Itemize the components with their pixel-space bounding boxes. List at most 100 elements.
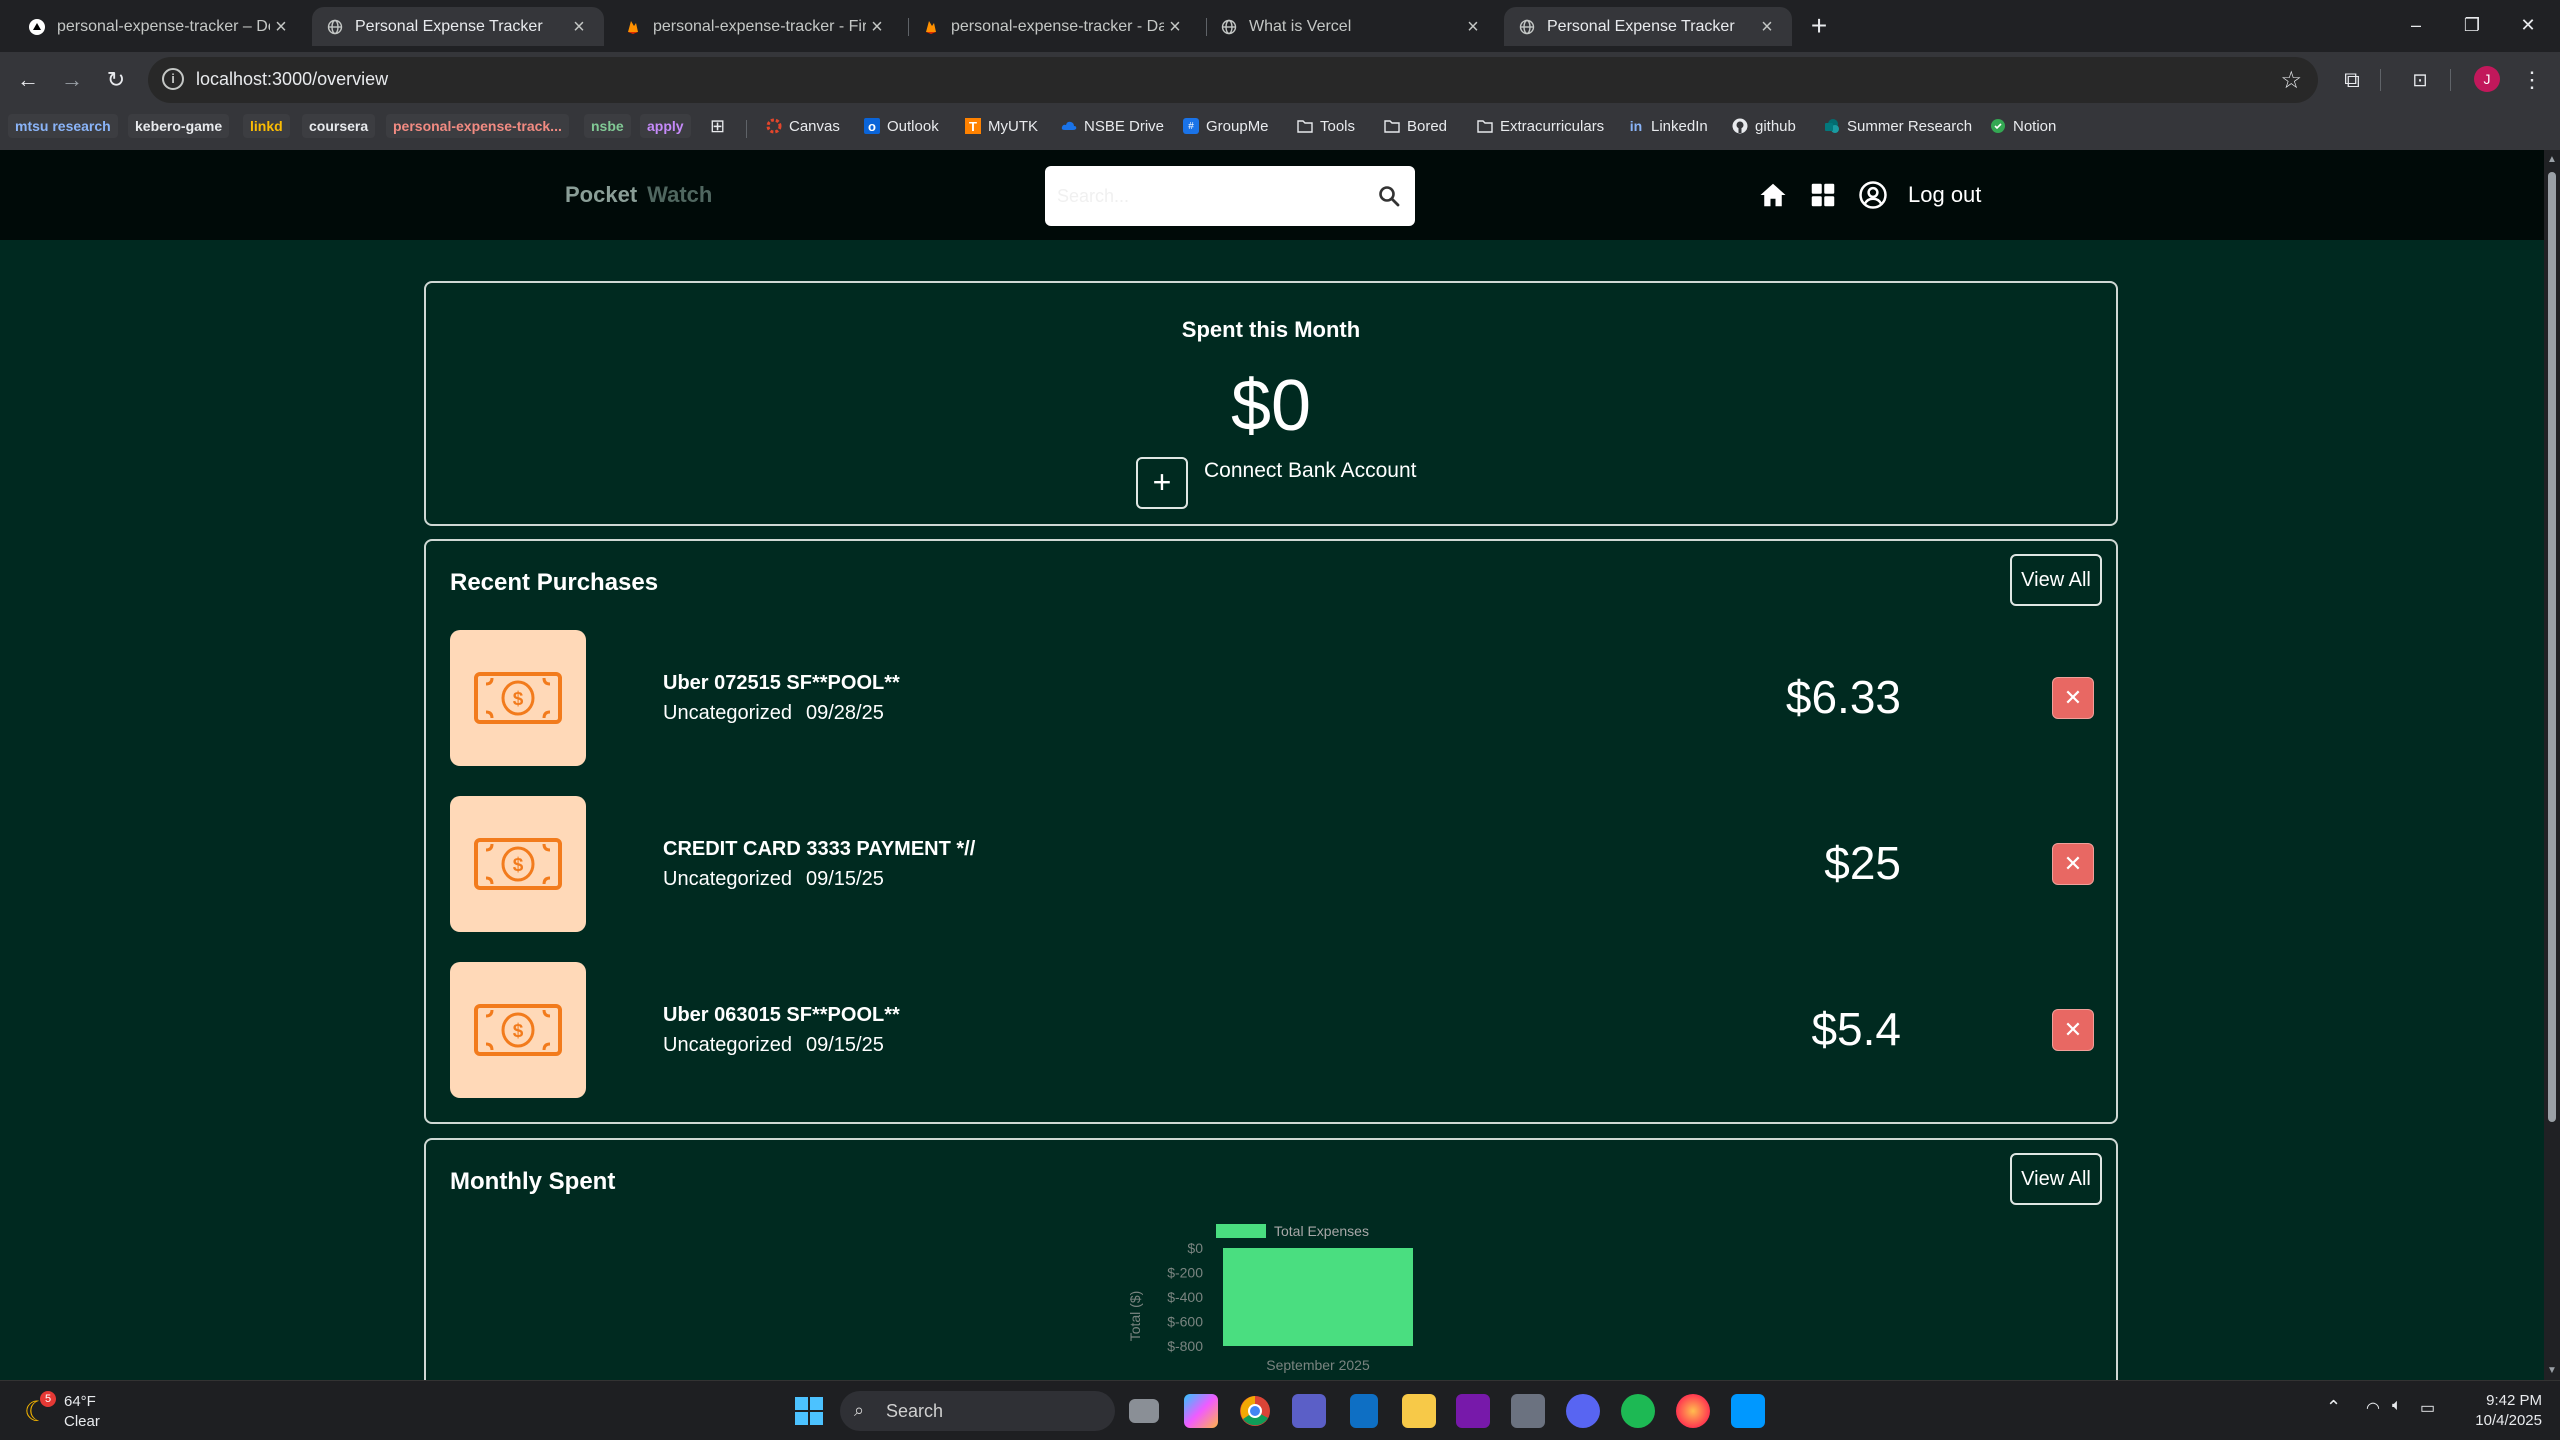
- file-explorer-icon[interactable]: [1402, 1394, 1436, 1428]
- close-tab-icon[interactable]: ×: [1164, 16, 1186, 38]
- company-portal-icon[interactable]: [1350, 1394, 1378, 1428]
- connect-bank-label[interactable]: Connect Bank Account: [1204, 459, 1416, 483]
- scroll-up-arrow[interactable]: ▲: [2547, 154, 2557, 165]
- bookmark-groupme[interactable]: # GroupMe: [1183, 114, 1269, 138]
- close-window-button[interactable]: ✕: [2508, 10, 2548, 40]
- delete-purchase-button[interactable]: ✕: [2052, 843, 2094, 885]
- github-icon: [1732, 118, 1748, 134]
- delete-purchase-button[interactable]: ✕: [2052, 677, 2094, 719]
- vercel-icon: [28, 18, 46, 36]
- brand-logo[interactable]: Pocket Watch: [565, 182, 712, 208]
- bookmark-linkd[interactable]: linkd: [243, 114, 290, 138]
- purchase-name: Uber 072515 SF**POOL**: [663, 672, 900, 694]
- firefox-icon[interactable]: [1676, 1394, 1710, 1428]
- bookmark-apply[interactable]: apply: [640, 114, 691, 138]
- volume-icon[interactable]: 🔈︎: [2392, 1397, 2402, 1415]
- recent-view-all-button[interactable]: View All: [2010, 554, 2102, 606]
- copilot-icon[interactable]: [1184, 1394, 1218, 1428]
- bookmark-github[interactable]: github: [1732, 114, 1796, 138]
- bookmark-notion[interactable]: Notion: [1990, 114, 2056, 138]
- bookmark-canvas[interactable]: Canvas: [766, 114, 840, 138]
- site-info-icon[interactable]: i: [162, 68, 184, 90]
- tab-firebase-database[interactable]: personal-expense-tracker - Dat ×: [908, 7, 1200, 46]
- bookmark-linkedin[interactable]: in LinkedIn: [1628, 114, 1708, 138]
- onenote-icon[interactable]: [1456, 1394, 1490, 1428]
- purchase-row[interactable]: $ Uber 063015 SF**POOL** Uncategorized 09…: [450, 962, 2096, 1098]
- bookmark-extracurriculars[interactable]: Extracurriculars: [1477, 114, 1604, 138]
- purchase-row[interactable]: $ CREDIT CARD 3333 PAYMENT *// Uncategor…: [450, 796, 2096, 932]
- search-icon[interactable]: [1377, 184, 1401, 208]
- reload-button[interactable]: ↻: [102, 66, 130, 94]
- bookmark-outlook[interactable]: o Outlook: [864, 114, 939, 138]
- spotify-icon[interactable]: [1621, 1394, 1655, 1428]
- chrome-icon[interactable]: [1238, 1394, 1272, 1428]
- tab-expense-tracker[interactable]: Personal Expense Tracker ×: [312, 7, 604, 46]
- logout-link[interactable]: Log out: [1908, 182, 1981, 208]
- tab-firebase[interactable]: personal-expense-tracker - Fire ×: [610, 7, 902, 46]
- cast-search-icon[interactable]: ⊡: [2406, 66, 2434, 94]
- bookmark-nsbe[interactable]: nsbe: [584, 114, 631, 138]
- search-input[interactable]: [1057, 166, 1357, 226]
- show-hidden-icons-chevron[interactable]: ⌃: [2326, 1397, 2341, 1418]
- monthly-view-all-button[interactable]: View All: [2010, 1153, 2102, 1205]
- bookmark-nsbe-drive[interactable]: NSBE Drive: [1061, 114, 1164, 138]
- connect-bank-plus-button[interactable]: +: [1136, 457, 1188, 509]
- bookmark-label: Bored: [1407, 117, 1448, 135]
- forward-button[interactable]: →: [58, 66, 86, 94]
- battery-icon[interactable]: ▭: [2420, 1398, 2435, 1418]
- page-scrollbar[interactable]: ▲ ▼: [2544, 150, 2560, 1380]
- delete-purchase-button[interactable]: ✕: [2052, 1009, 2094, 1051]
- taskbar-search[interactable]: ⌕ Search: [840, 1391, 1115, 1431]
- profile-avatar[interactable]: J: [2474, 66, 2500, 92]
- purchase-amount: $5.4: [1811, 1003, 1901, 1055]
- scroll-down-arrow[interactable]: ▼: [2547, 1365, 2557, 1376]
- bookmark-bored[interactable]: Bored: [1384, 114, 1447, 138]
- task-view-icon[interactable]: [1129, 1399, 1159, 1423]
- teams-icon[interactable]: [1292, 1394, 1326, 1428]
- vscode-icon[interactable]: [1731, 1394, 1765, 1428]
- menu-icon[interactable]: ⋮: [2518, 66, 2546, 94]
- tab-what-is-vercel[interactable]: What is Vercel ×: [1206, 7, 1498, 46]
- close-tab-icon[interactable]: ×: [270, 16, 292, 38]
- y-tick-label: $-200: [1167, 1265, 1203, 1281]
- bookmark-coursera[interactable]: coursera: [302, 114, 376, 138]
- url-text[interactable]: localhost:3000/overview: [196, 69, 388, 90]
- svg-text:$: $: [513, 689, 524, 710]
- system-clock[interactable]: 9:42 PM 10/4/2025: [2462, 1391, 2542, 1431]
- close-tab-icon[interactable]: ×: [866, 16, 888, 38]
- purchase-row[interactable]: $ Uber 072515 SF**POOL** Uncategorized 09…: [450, 630, 2096, 766]
- user-profile-icon[interactable]: [1858, 180, 1888, 210]
- snipping-tool-icon[interactable]: [1511, 1394, 1545, 1428]
- bookmark-personal-expense-tracker[interactable]: personal-expense-track...: [386, 114, 569, 138]
- globe-icon: [326, 18, 344, 36]
- wifi-icon[interactable]: ◠: [2366, 1398, 2380, 1418]
- close-tab-icon[interactable]: ×: [1462, 16, 1484, 38]
- discord-icon[interactable]: [1566, 1394, 1600, 1428]
- bookmark-tools[interactable]: Tools: [1297, 114, 1355, 138]
- minimize-button[interactable]: –: [2396, 10, 2436, 40]
- bookmark-summer-research[interactable]: Summer Research: [1824, 114, 1972, 138]
- bookmark-star-icon[interactable]: ☆: [2280, 66, 2302, 95]
- restore-button[interactable]: ❐: [2452, 10, 2492, 40]
- apps-grid-icon[interactable]: ⊞: [710, 114, 725, 138]
- tab-title: personal-expense-tracker - Dat: [951, 17, 1164, 35]
- notion-icon: [1990, 118, 2006, 134]
- windows-start-icon[interactable]: [792, 1394, 826, 1428]
- address-bar[interactable]: i localhost:3000/overview ☆: [148, 57, 2318, 103]
- extensions-icon[interactable]: ⧉: [2338, 66, 2366, 94]
- dashboard-icon[interactable]: [1808, 180, 1838, 210]
- back-button[interactable]: ←: [14, 66, 42, 94]
- close-tab-icon[interactable]: ×: [1756, 16, 1778, 38]
- bookmark-mtsu-research[interactable]: mtsu research: [8, 114, 118, 138]
- tab-separator: [1206, 18, 1207, 36]
- weather-widget[interactable]: ☾ 5 64°F Clear: [22, 1389, 142, 1433]
- tab-vercel-deploy[interactable]: personal-expense-tracker – Dep ×: [14, 7, 306, 46]
- bookmark-myutk[interactable]: T MyUTK: [965, 114, 1038, 138]
- scrollbar-thumb[interactable]: [2548, 172, 2556, 1122]
- tab-expense-tracker-current[interactable]: Personal Expense Tracker ×: [1504, 7, 1792, 46]
- new-tab-button[interactable]: +: [1805, 12, 1833, 40]
- close-tab-icon[interactable]: ×: [568, 16, 590, 38]
- bookmark-kebero-game[interactable]: kebero-game: [128, 114, 230, 138]
- home-icon[interactable]: [1758, 180, 1788, 210]
- y-axis-label: Total ($): [1127, 1291, 1143, 1342]
